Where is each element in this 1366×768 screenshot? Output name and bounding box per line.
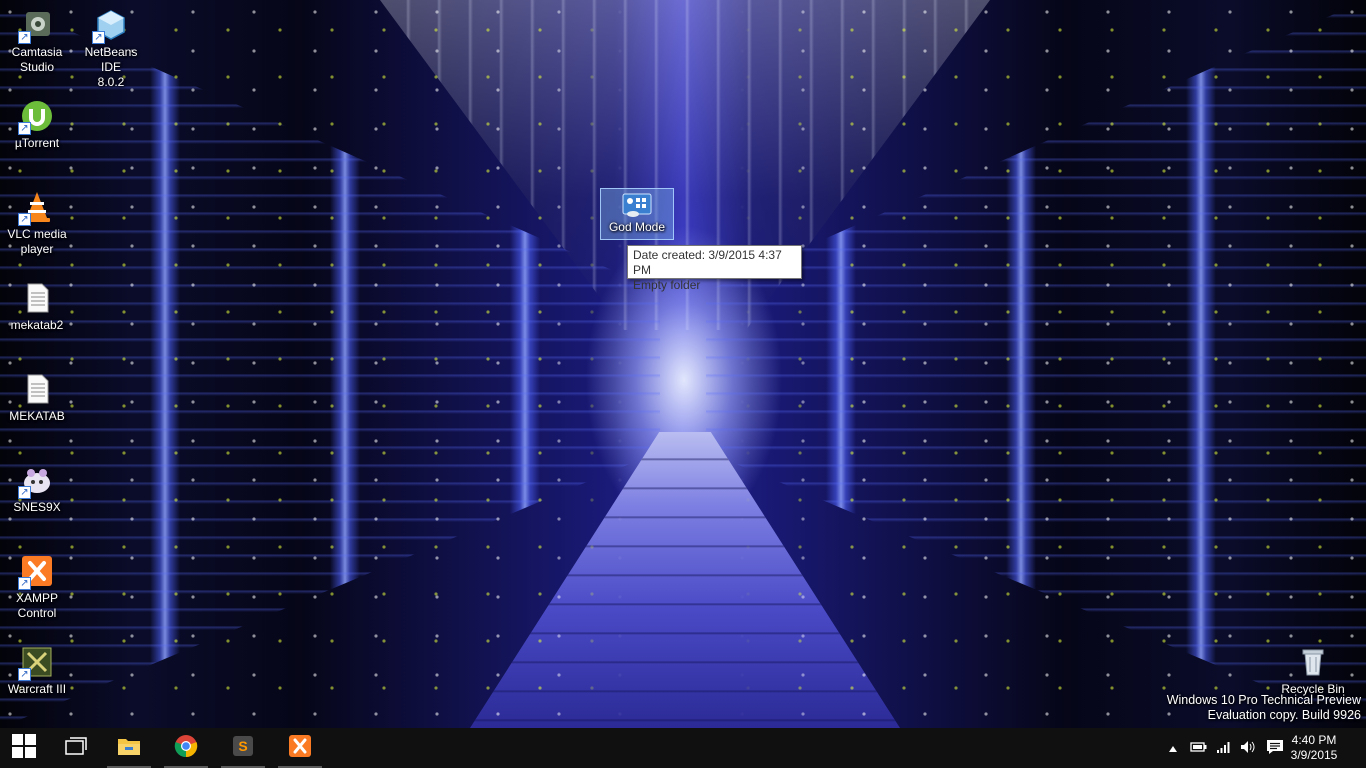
task-view-button[interactable] (52, 728, 100, 768)
sublime-text-icon: S (232, 735, 254, 762)
shortcut-arrow-icon: ↗ (18, 486, 31, 499)
icon-label: mekatab2 (10, 318, 64, 332)
desktop-icon-warcraft[interactable]: ↗ Warcraft III (0, 637, 74, 697)
action-center-icon (1266, 739, 1284, 758)
windows-watermark: Windows 10 Pro Technical Preview Evaluat… (1167, 693, 1361, 723)
icon-label: God Mode (608, 220, 666, 234)
icon-label: 8.0.2 (97, 75, 125, 89)
chevron-up-icon (1168, 740, 1178, 756)
clock-time: 4:40 PM (1291, 733, 1337, 747)
folder-icon (117, 736, 141, 761)
taskbar-clock[interactable]: 4:40 PM 3/9/2015 (1284, 733, 1344, 763)
icon-label: Control (17, 606, 57, 620)
desktop-icon-mekatab[interactable]: MEKATAB (0, 364, 74, 424)
icon-label: VLC media (7, 227, 67, 241)
chrome-icon (174, 734, 198, 763)
tooltip-folder-status: Empty folder (633, 278, 701, 292)
icon-label: Camtasia (11, 45, 63, 59)
svg-text:S: S (238, 738, 247, 754)
snes9x-icon: ↗ (18, 463, 54, 499)
desktop-wallpaper (0, 0, 1366, 728)
vlc-icon: ↗ (18, 190, 54, 226)
camtasia-icon: ↗ (18, 8, 54, 44)
start-button[interactable] (0, 728, 48, 768)
volume-icon (1240, 740, 1256, 757)
tooltip-date-created: Date created: 3/9/2015 4:37 PM (633, 248, 782, 277)
warcraft-icon: ↗ (18, 645, 54, 681)
desktop-icon-god-mode[interactable]: God Mode (600, 188, 674, 240)
utorrent-icon: ↗ (18, 99, 54, 135)
sublime-text-button[interactable]: S (219, 728, 267, 768)
network-icon (1216, 740, 1232, 757)
icon-label: Warcraft III (7, 682, 67, 696)
control-panel-icon (621, 192, 653, 218)
shortcut-arrow-icon: ↗ (92, 31, 105, 44)
file-explorer-button[interactable] (105, 728, 153, 768)
recycle-bin-icon (1296, 645, 1330, 679)
desktop-icon-recycle-bin[interactable]: Recycle Bin (1276, 637, 1350, 697)
netbeans-icon: ↗ (92, 8, 128, 44)
watermark-build: Evaluation copy. Build 9926 (1207, 708, 1361, 722)
icon-label: XAMPP (15, 591, 58, 605)
clock-date: 3/9/2015 (1290, 748, 1338, 762)
shortcut-arrow-icon: ↗ (18, 577, 31, 590)
icon-label: SNES9X (13, 500, 61, 514)
shortcut-arrow-icon: ↗ (18, 213, 31, 226)
desktop-icon-mekatab2[interactable]: mekatab2 (0, 273, 74, 333)
desktop-icon-snes9x[interactable]: ↗ SNES9X (0, 455, 74, 515)
text-file-icon (20, 372, 54, 406)
watermark-edition: Windows 10 Pro Technical Preview (1166, 693, 1361, 707)
desktop-icon-netbeans[interactable]: ↗ NetBeans IDE 8.0.2 (74, 0, 148, 90)
tooltip: Date created: 3/9/2015 4:37 PM Empty fol… (627, 245, 802, 292)
shortcut-arrow-icon: ↗ (18, 122, 31, 135)
taskbar: S 4:40 PM 3/9/2015 (0, 728, 1366, 768)
icon-label: MEKATAB (9, 409, 65, 423)
power-icon (1190, 740, 1208, 757)
desktop-icon-vlc[interactable]: ↗ VLC media player (0, 182, 74, 257)
tray-power-button[interactable] (1187, 728, 1211, 768)
wallpaper-lights (0, 0, 1366, 728)
tray-volume-button[interactable] (1237, 728, 1259, 768)
icon-label: Studio (19, 60, 55, 74)
chrome-button[interactable] (162, 728, 210, 768)
task-view-icon (64, 736, 88, 761)
desktop-icon-xampp[interactable]: ↗ XAMPP Control (0, 546, 74, 621)
text-file-icon (20, 281, 54, 315)
shortcut-arrow-icon: ↗ (18, 31, 31, 44)
xampp-icon (288, 734, 312, 763)
show-hidden-icons-button[interactable] (1164, 728, 1182, 768)
icon-label: player (20, 242, 54, 256)
xampp-icon: ↗ (18, 554, 54, 590)
windows-logo-icon (11, 733, 37, 764)
desktop-icon-camtasia[interactable]: ↗ Camtasia Studio (0, 0, 74, 75)
xampp-button[interactable] (276, 728, 324, 768)
icon-label: µTorrent (14, 136, 60, 150)
tray-network-button[interactable] (1213, 728, 1235, 768)
desktop-icon-utorrent[interactable]: ↗ µTorrent (0, 91, 74, 151)
shortcut-arrow-icon: ↗ (18, 668, 31, 681)
icon-label: NetBeans IDE (84, 45, 138, 74)
